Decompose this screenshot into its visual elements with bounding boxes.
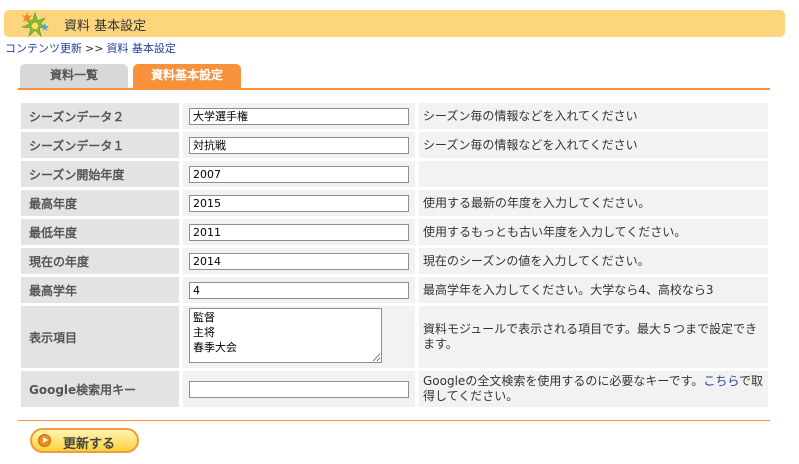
google-key-desc-text: Googleの全文検索を使用するのに必要なキーです。 <box>423 374 704 388</box>
field-description: 使用するもっとも古い年度を入力してください。 <box>419 219 768 245</box>
field-label: 最高学年 <box>21 277 179 303</box>
field-description: 資料モジュールで表示される項目です。最大５つまで設定できます。 <box>419 306 768 368</box>
season-data-2-input[interactable] <box>189 107 409 125</box>
form-row-max-grade: 最高学年 最高学年を入力してください。大学なら4、高校なら3 <box>21 277 768 303</box>
field-label: 現在の年度 <box>21 248 179 274</box>
field-description: 現在のシーズンの値を入力してください。 <box>419 248 768 274</box>
form-row-google-key: Google検索用キー Googleの全文検索を使用するのに必要なキーです。こち… <box>21 371 768 407</box>
form-divider <box>18 420 770 421</box>
update-button[interactable]: 更新する <box>30 428 139 453</box>
field-description: 使用する最新の年度を入力してください。 <box>419 190 768 216</box>
tab-divider <box>18 88 770 90</box>
breadcrumb-link-content-update[interactable]: コンテンツ更新 <box>5 42 82 55</box>
tab-data-list[interactable]: 資料一覧 <box>20 64 128 88</box>
min-year-input[interactable] <box>189 223 409 241</box>
settings-form: シーズンデータ２ シーズン毎の情報などを入れてください シーズンデータ１ シーズ… <box>21 100 768 410</box>
field-label: シーズン開始年度 <box>21 161 179 187</box>
field-description: シーズン毎の情報などを入れてください <box>419 103 768 129</box>
field-description: Googleの全文検索を使用するのに必要なキーです。こちらで取得してください。 <box>419 371 768 407</box>
tab-basic-settings[interactable]: 資料基本設定 <box>133 64 241 88</box>
form-row-current-year: 現在の年度 現在のシーズンの値を入力してください。 <box>21 248 768 274</box>
form-row-season-data-2: シーズンデータ２ シーズン毎の情報などを入れてください <box>21 103 768 129</box>
field-label: 最低年度 <box>21 219 179 245</box>
form-row-season-start-year: シーズン開始年度 <box>21 161 768 187</box>
breadcrumb-link-settings[interactable]: 資料 基本設定 <box>106 42 176 55</box>
page-title: 資料 基本設定 <box>64 19 147 34</box>
field-description: シーズン毎の情報などを入れてください <box>419 132 768 158</box>
field-label: Google検索用キー <box>21 371 179 407</box>
season-data-1-input[interactable] <box>189 136 409 154</box>
google-key-input[interactable] <box>189 380 409 398</box>
page-header: 資料 基本設定 <box>4 10 785 37</box>
google-key-link[interactable]: こちら <box>703 374 739 388</box>
field-description: 最高学年を入力してください。大学なら4、高校なら3 <box>419 277 768 303</box>
display-items-textarea[interactable]: 監督 主将 春季大会 <box>189 308 382 363</box>
update-button-label: 更新する <box>63 437 116 452</box>
field-description <box>419 161 768 187</box>
max-year-input[interactable] <box>189 194 409 212</box>
play-circle-icon <box>38 434 51 447</box>
field-label: シーズンデータ１ <box>21 132 179 158</box>
sparkle-icon <box>21 11 49 37</box>
form-row-display-items: 表示項目 監督 主将 春季大会 資料モジュールで表示される項目です。最大５つまで… <box>21 306 768 368</box>
breadcrumb-separator: >> <box>85 42 104 55</box>
field-label: シーズンデータ２ <box>21 103 179 129</box>
breadcrumb: コンテンツ更新 >> 資料 基本設定 <box>5 40 176 56</box>
form-row-min-year: 最低年度 使用するもっとも古い年度を入力してください。 <box>21 219 768 245</box>
max-grade-input[interactable] <box>189 281 409 299</box>
field-label: 最高年度 <box>21 190 179 216</box>
season-start-year-input[interactable] <box>189 165 409 183</box>
form-row-season-data-1: シーズンデータ１ シーズン毎の情報などを入れてください <box>21 132 768 158</box>
current-year-input[interactable] <box>189 252 409 270</box>
field-label: 表示項目 <box>21 306 179 368</box>
form-row-max-year: 最高年度 使用する最新の年度を入力してください。 <box>21 190 768 216</box>
